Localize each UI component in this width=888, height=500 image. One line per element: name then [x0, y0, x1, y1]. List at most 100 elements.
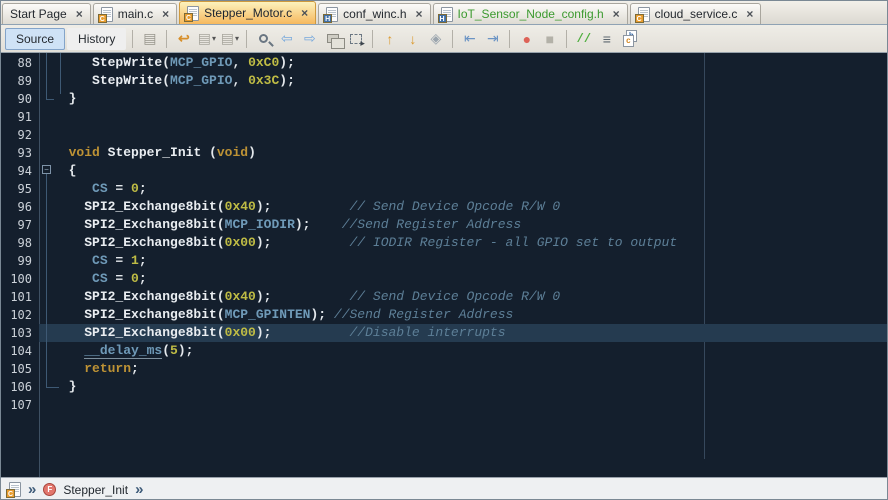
- tab-start-page[interactable]: Start Page×: [2, 3, 91, 24]
- code-line[interactable]: 106 }: [1, 378, 888, 396]
- code-text: }: [39, 90, 888, 108]
- code-line[interactable]: 102 SPI2_Exchange8bit(MCP_GPINTEN); //Se…: [1, 306, 888, 324]
- tab-close-icon[interactable]: ×: [76, 9, 83, 19]
- shift-right-icon[interactable]: ⇥: [482, 28, 503, 49]
- line-number[interactable]: 105: [1, 360, 39, 378]
- tab-label: IoT_Sensor_Node_config.h: [458, 7, 604, 21]
- code-line[interactable]: 99 CS = 1;: [1, 252, 888, 270]
- find-next-icon[interactable]: ⇨: [299, 28, 320, 49]
- code-line[interactable]: 93 void Stepper_Init (void): [1, 144, 888, 162]
- line-number[interactable]: 88: [1, 54, 39, 72]
- nav-fwd-icon[interactable]: ▤▾: [219, 28, 240, 49]
- code-line[interactable]: 90 }: [1, 90, 888, 108]
- tab-label: Stepper_Motor.c: [204, 6, 292, 20]
- source-view-button[interactable]: Source: [5, 28, 65, 50]
- toggle-header-source-icon[interactable]: [619, 28, 640, 49]
- code-line[interactable]: 97 SPI2_Exchange8bit(MCP_IODIR); //Send …: [1, 216, 888, 234]
- shift-left-icon[interactable]: ⇤: [459, 28, 480, 49]
- c-file-icon[interactable]: C: [9, 482, 21, 497]
- code-line[interactable]: 101 SPI2_Exchange8bit(0x40); // Send Dev…: [1, 288, 888, 306]
- code-line[interactable]: 98 SPI2_Exchange8bit(0x00); // IODIR Reg…: [1, 234, 888, 252]
- tab-close-icon[interactable]: ×: [416, 9, 423, 19]
- tab-conf-winc-h[interactable]: Hconf_winc.h×: [318, 3, 430, 24]
- code-text: [39, 396, 888, 414]
- tab-close-icon[interactable]: ×: [301, 8, 308, 18]
- tab-main-c[interactable]: Cmain.c×: [93, 3, 177, 24]
- tab-close-icon[interactable]: ×: [162, 9, 169, 19]
- stop-macro-icon[interactable]: ■: [539, 28, 560, 49]
- line-number[interactable]: 107: [1, 396, 39, 414]
- line-number[interactable]: 102: [1, 306, 39, 324]
- comment-icon[interactable]: //: [573, 28, 594, 49]
- code-line[interactable]: 104 __delay_ms(5);: [1, 342, 888, 360]
- code-text: {: [39, 162, 888, 180]
- chevron-right-icon[interactable]: »: [135, 483, 143, 497]
- tab-iot-sensor-node-config-h[interactable]: HIoT_Sensor_Node_config.h×: [433, 3, 628, 24]
- code-line[interactable]: 105 return;: [1, 360, 888, 378]
- line-number[interactable]: 94: [1, 162, 39, 180]
- line-number[interactable]: 93: [1, 144, 39, 162]
- line-number[interactable]: 103: [1, 324, 39, 342]
- code-text: SPI2_Exchange8bit(MCP_IODIR); //Send Reg…: [39, 216, 888, 234]
- line-number[interactable]: 90: [1, 90, 39, 108]
- tab-stepper-motor-c[interactable]: CStepper_Motor.c×: [179, 1, 316, 24]
- toolbar-separator: [246, 30, 247, 48]
- line-number[interactable]: 99: [1, 252, 39, 270]
- code-line[interactable]: 94 {: [1, 162, 888, 180]
- collapse-fold-icon[interactable]: −: [42, 165, 51, 174]
- rect-selection-icon[interactable]: [345, 28, 366, 49]
- code-fold-corner: [46, 387, 59, 388]
- tab-label: main.c: [118, 7, 153, 21]
- c-file-icon: C: [638, 7, 650, 22]
- mplab-editor-window: Start Page×Cmain.c×CStepper_Motor.c×Hcon…: [0, 0, 888, 500]
- tab-close-icon[interactable]: ×: [746, 9, 753, 19]
- breadcrumb-function-name[interactable]: Stepper_Init: [63, 483, 128, 497]
- code-text: CS = 1;: [39, 252, 888, 270]
- code-text: __delay_ms(5);: [39, 342, 888, 360]
- code-line[interactable]: 100 CS = 0;: [1, 270, 888, 288]
- record-macro-icon[interactable]: ●: [516, 28, 537, 49]
- code-line[interactable]: 91: [1, 108, 888, 126]
- tab-cloud-service-c[interactable]: Ccloud_service.c×: [630, 3, 762, 24]
- jump-back-icon[interactable]: ↩: [173, 28, 194, 49]
- find-prev-icon[interactable]: ⇦: [276, 28, 297, 49]
- toggle-bookmark-icon[interactable]: ◈: [425, 28, 446, 49]
- code-text: CS = 0;: [39, 270, 888, 288]
- code-editor[interactable]: 88 StepWrite(MCP_GPIO, 0xC0);89 StepWrit…: [1, 53, 888, 477]
- code-text: SPI2_Exchange8bit(0x00); //Disable inter…: [39, 324, 888, 342]
- find-selection-icon[interactable]: [253, 28, 274, 49]
- code-text: StepWrite(MCP_GPIO, 0xC0);: [39, 54, 888, 72]
- line-number[interactable]: 95: [1, 180, 39, 198]
- line-number[interactable]: 96: [1, 198, 39, 216]
- chevron-right-icon[interactable]: »: [28, 483, 36, 497]
- tab-close-icon[interactable]: ×: [613, 9, 620, 19]
- line-number[interactable]: 101: [1, 288, 39, 306]
- line-number[interactable]: 97: [1, 216, 39, 234]
- code-line[interactable]: 107: [1, 396, 888, 414]
- line-number[interactable]: 100: [1, 270, 39, 288]
- code-line[interactable]: 96 SPI2_Exchange8bit(0x40); // Send Devi…: [1, 198, 888, 216]
- toggle-highlight-icon[interactable]: [322, 28, 343, 49]
- line-number[interactable]: 92: [1, 126, 39, 144]
- code-line[interactable]: 103 SPI2_Exchange8bit(0x00); //Disable i…: [1, 324, 888, 342]
- code-text: void Stepper_Init (void): [39, 144, 888, 162]
- line-number[interactable]: 98: [1, 234, 39, 252]
- line-number[interactable]: 106: [1, 378, 39, 396]
- line-number[interactable]: 91: [1, 108, 39, 126]
- editor-toolbar: Source History ▤↩▤▾▤▾⇦⇨↑↓◈⇤⇥●■//≡: [1, 25, 888, 53]
- code-line[interactable]: 92: [1, 126, 888, 144]
- line-number[interactable]: 89: [1, 72, 39, 90]
- last-edit-icon[interactable]: ▤: [139, 28, 160, 49]
- nav-back-icon[interactable]: ▤▾: [196, 28, 217, 49]
- code-line[interactable]: 88 StepWrite(MCP_GPIO, 0xC0);: [1, 54, 888, 72]
- prev-occurrence-icon[interactable]: ↑: [379, 28, 400, 49]
- code-line[interactable]: 89 StepWrite(MCP_GPIO, 0x3C);: [1, 72, 888, 90]
- editor-tab-bar: Start Page×Cmain.c×CStepper_Motor.c×Hcon…: [1, 1, 888, 25]
- breadcrumb-bar: C » F Stepper_Init »: [1, 477, 888, 500]
- history-view-button[interactable]: History: [67, 28, 126, 50]
- uncomment-icon[interactable]: ≡: [596, 28, 617, 49]
- line-number[interactable]: 104: [1, 342, 39, 360]
- code-line[interactable]: 95 CS = 0;: [1, 180, 888, 198]
- code-text: SPI2_Exchange8bit(0x00); // IODIR Regist…: [39, 234, 888, 252]
- next-occurrence-icon[interactable]: ↓: [402, 28, 423, 49]
